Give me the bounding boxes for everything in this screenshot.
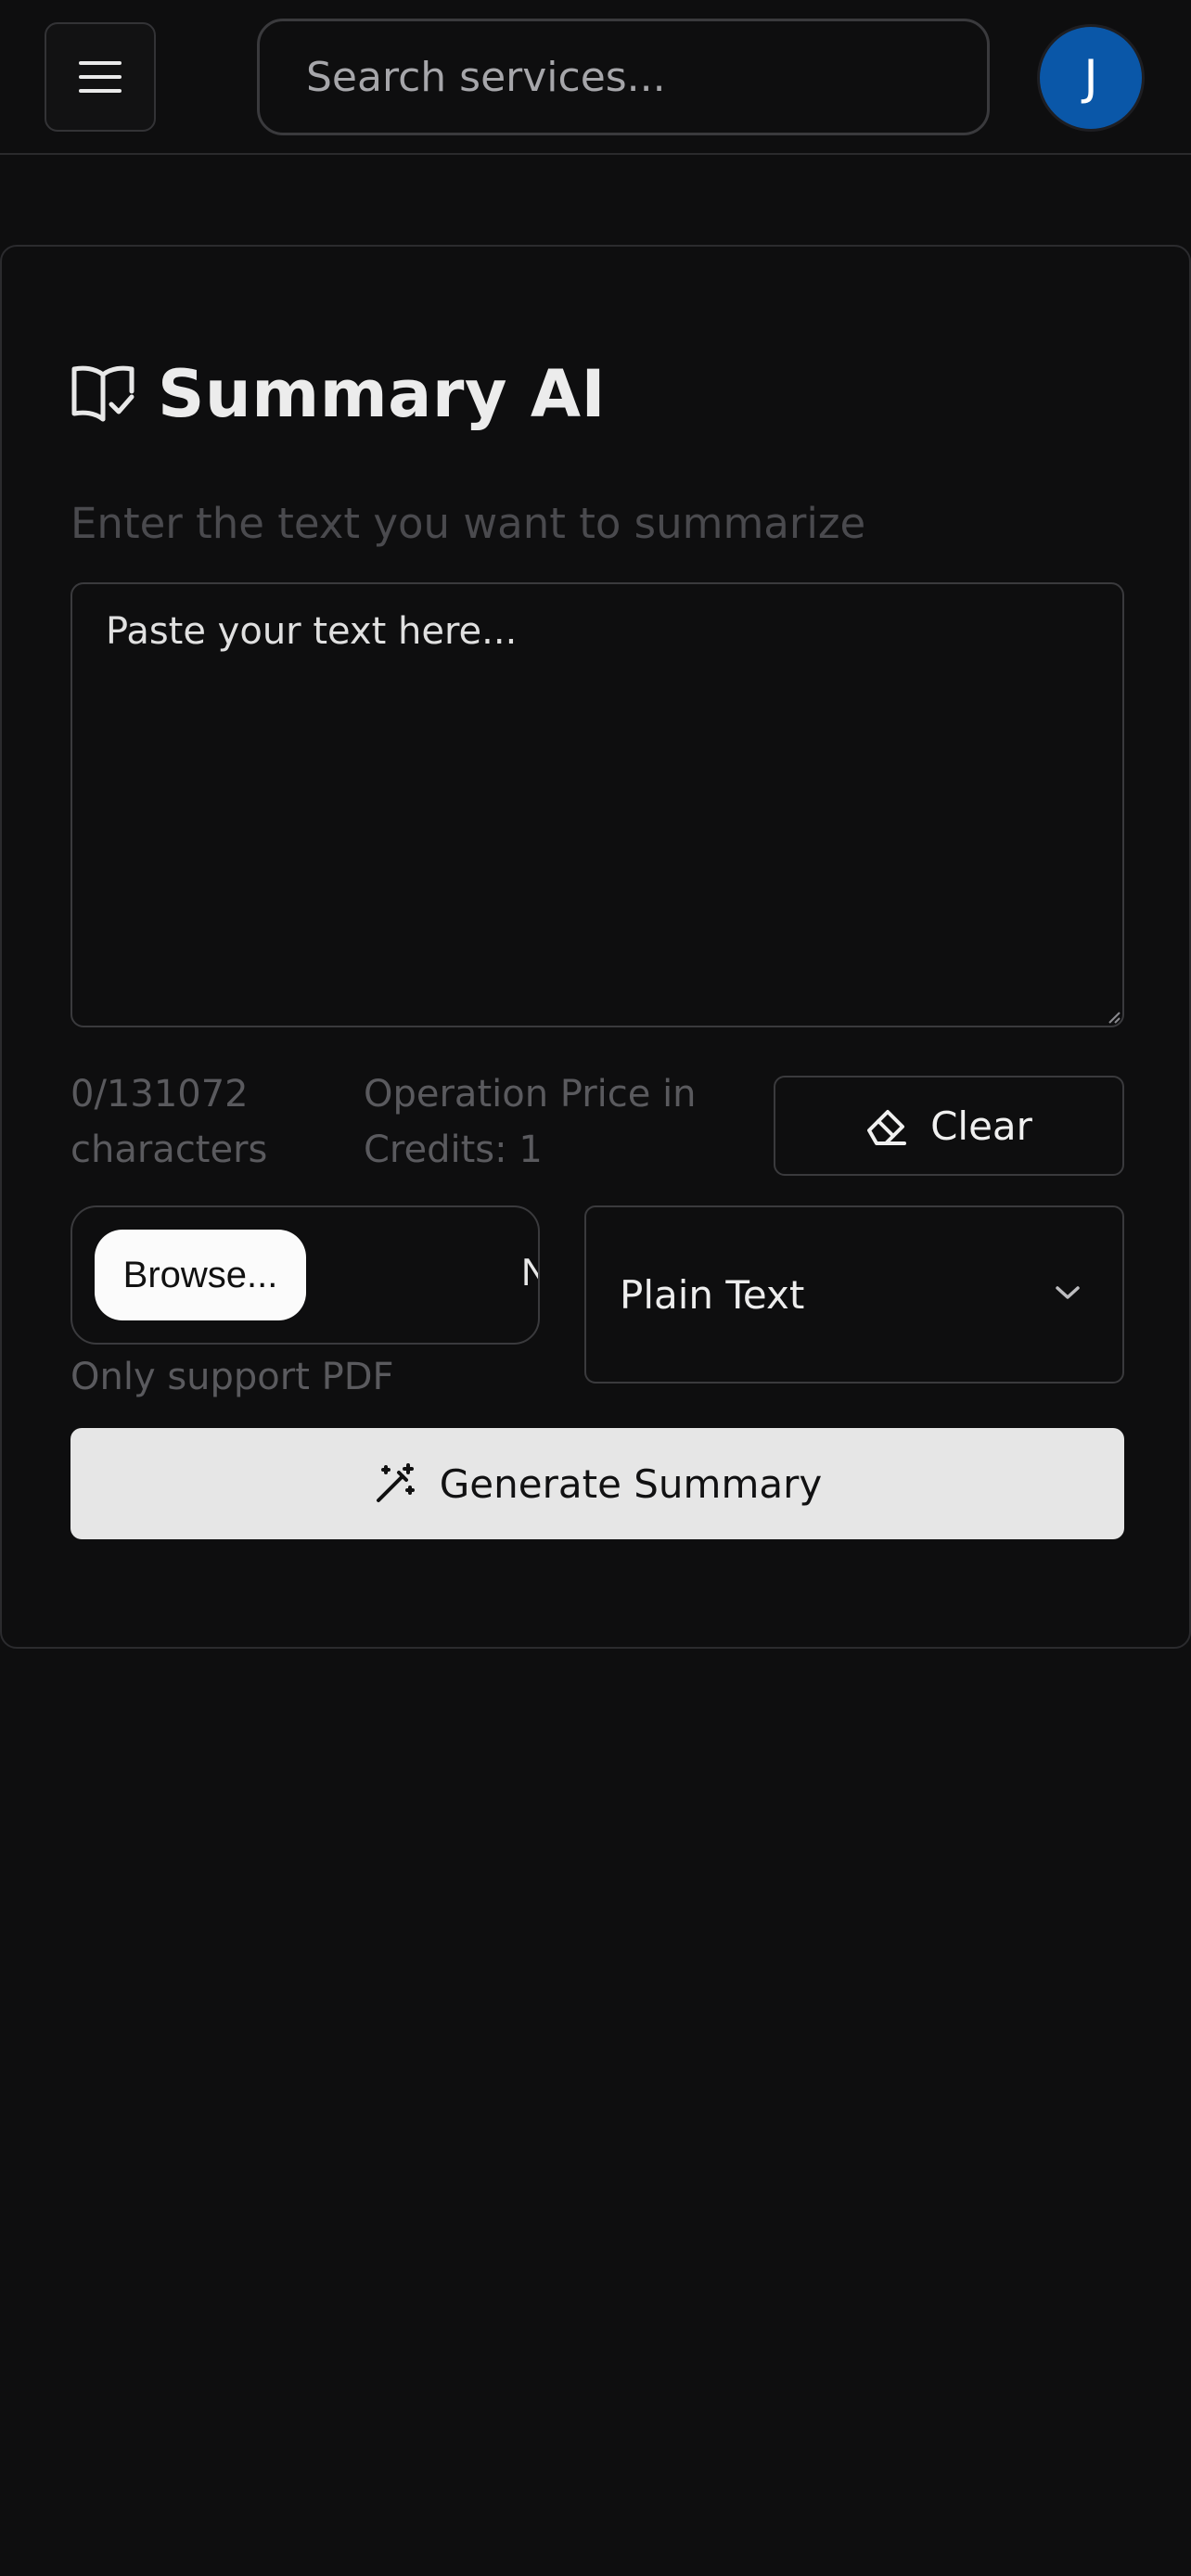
input-label: Enter the text you want to summarize (70, 499, 866, 548)
top-bar: J (0, 0, 1191, 155)
page-title: Summary AI (158, 356, 607, 432)
generate-label: Generate Summary (439, 1460, 823, 1507)
search-input[interactable] (257, 19, 990, 135)
operation-price: Operation Price in Credits: 1 (364, 1073, 697, 1171)
text-input[interactable] (70, 582, 1124, 1027)
pdf-support-note: Only support PDF (70, 1356, 394, 1398)
resize-grip-icon[interactable] (1106, 1009, 1121, 1024)
clear-label: Clear (930, 1103, 1032, 1149)
summary-card: Summary AI Enter the text you want to su… (0, 245, 1191, 1649)
chevron-down-icon (1056, 1286, 1080, 1299)
hamburger-icon (79, 61, 122, 93)
file-input[interactable]: Browse... No file selected. (70, 1205, 540, 1345)
generate-summary-button[interactable]: Generate Summary (70, 1428, 1124, 1539)
format-selected-value: Plain Text (620, 1271, 805, 1318)
browse-button[interactable]: Browse... (95, 1230, 306, 1320)
format-select[interactable]: Plain Text (584, 1205, 1124, 1384)
eraser-icon (867, 1110, 907, 1145)
avatar[interactable]: J (1037, 24, 1145, 132)
book-check-icon (71, 365, 134, 422)
title-row: Summary AI (70, 356, 606, 432)
clear-button[interactable]: Clear (774, 1076, 1124, 1176)
character-count: 0/131072 characters (70, 1073, 268, 1171)
magic-wand-icon (376, 1463, 415, 1502)
menu-button[interactable] (45, 22, 156, 132)
file-status: No file selected. (521, 1250, 538, 1294)
